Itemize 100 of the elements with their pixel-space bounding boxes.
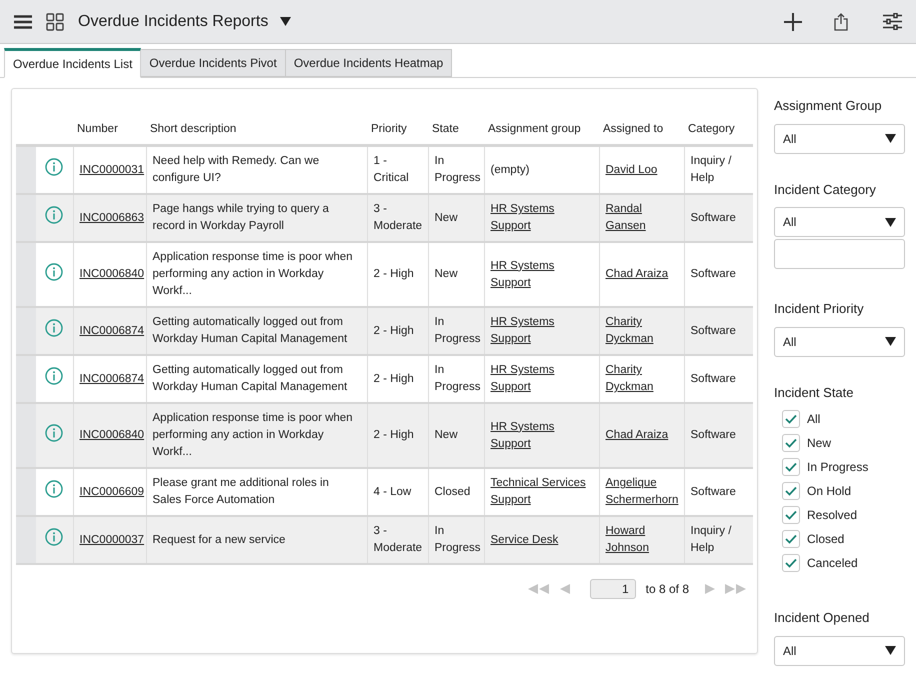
- table-cell: Closed: [434, 486, 470, 498]
- info-icon[interactable]: [45, 158, 64, 176]
- info-icon[interactable]: [45, 480, 64, 498]
- user-link[interactable]: Angelique Schermerhorn: [606, 475, 678, 510]
- caret-icon: [885, 337, 896, 346]
- table-cell: Application response time is poor when performing any action in Workday Workf...: [152, 412, 353, 458]
- info-icon[interactable]: [45, 206, 64, 224]
- group-link[interactable]: HR Systems Support: [490, 362, 592, 396]
- column-header[interactable]: Assigned to: [603, 123, 664, 135]
- table-cell: 3 - Moderate: [374, 203, 422, 232]
- column-header[interactable]: Number: [77, 123, 118, 135]
- column-header[interactable]: Assignment group: [488, 123, 581, 135]
- checkbox[interactable]: [782, 458, 800, 476]
- table-cell: Please grant me additional roles in Sales Force Automation: [152, 477, 329, 506]
- table-cell: Software: [690, 486, 736, 498]
- info-icon[interactable]: [45, 424, 64, 442]
- incident-link[interactable]: INC0006840: [80, 266, 144, 284]
- group-link[interactable]: HR Systems Support: [490, 201, 592, 236]
- next-page-icon[interactable]: [705, 584, 715, 594]
- user-link[interactable]: Howard Johnson: [606, 523, 678, 558]
- incident-link[interactable]: INC0006874: [80, 322, 144, 340]
- column-header[interactable]: Priority: [371, 123, 407, 135]
- checkbox-label: Resolved: [807, 507, 858, 524]
- grid-icon[interactable]: [46, 12, 64, 30]
- column-header[interactable]: Category: [688, 123, 735, 135]
- incident-link[interactable]: INC0006874: [80, 370, 144, 388]
- caret-icon: [280, 17, 292, 26]
- table-cell: In Progress: [434, 155, 481, 184]
- menu-icon[interactable]: [14, 14, 32, 28]
- group-link[interactable]: HR Systems Support: [490, 418, 592, 453]
- report-title[interactable]: Overdue Incidents Reports: [78, 10, 292, 34]
- filter-label: Incident Category: [774, 180, 877, 199]
- checkbox[interactable]: [782, 434, 800, 452]
- table-cell: Need help with Remedy. Can we configure UI?: [152, 155, 320, 184]
- checkbox[interactable]: [782, 410, 800, 428]
- table-cell: Page hangs while trying to query a record in Workday Payroll: [152, 203, 329, 232]
- sliders-icon[interactable]: [883, 13, 902, 30]
- tab[interactable]: Overdue Incidents List: [4, 48, 142, 78]
- table-cell: New: [434, 212, 458, 224]
- filter-label: Assignment Group: [774, 97, 883, 115]
- table-cell: Software: [690, 268, 736, 280]
- checkbox-label: Closed: [807, 531, 844, 548]
- user-link[interactable]: Charity Dyckman: [606, 362, 678, 396]
- checkbox-label: Canceled: [807, 555, 858, 572]
- dropdown[interactable]: All: [774, 326, 905, 356]
- tab[interactable]: Overdue Incidents Pivot: [141, 49, 286, 77]
- text-field[interactable]: [774, 239, 905, 269]
- table-cell: Software: [690, 429, 736, 442]
- user-link[interactable]: Chad Araiza: [606, 427, 668, 444]
- share-icon[interactable]: [834, 12, 848, 30]
- table-cell: Request for a new service: [152, 534, 286, 546]
- group-link[interactable]: Service Desk: [490, 532, 558, 549]
- incident-link[interactable]: INC0000037: [80, 532, 144, 549]
- info-icon[interactable]: [45, 262, 64, 281]
- page-range: to 8 of 8: [646, 581, 689, 598]
- page-field[interactable]: 1: [590, 579, 636, 600]
- previous-page-icon[interactable]: [560, 584, 570, 594]
- table-cell: 1 - Critical: [374, 155, 409, 184]
- plus-icon[interactable]: [784, 12, 802, 30]
- column-header[interactable]: Short description: [150, 123, 236, 135]
- info-icon[interactable]: [45, 319, 64, 338]
- dropdown[interactable]: All: [774, 207, 905, 237]
- checkbox[interactable]: [782, 482, 800, 500]
- table-cell: 3 - Moderate: [374, 525, 422, 554]
- checkbox-label: New: [807, 435, 832, 452]
- last-page-icon[interactable]: [725, 584, 747, 594]
- info-icon[interactable]: [45, 367, 64, 386]
- checkbox[interactable]: [782, 530, 800, 548]
- info-icon[interactable]: [45, 528, 64, 546]
- dropdown[interactable]: All: [774, 124, 905, 154]
- user-link[interactable]: Randal Gansen: [606, 201, 678, 236]
- user-link[interactable]: Chad Araiza: [606, 266, 668, 284]
- first-page-icon[interactable]: [528, 584, 550, 594]
- checkbox-label: In Progress: [807, 459, 868, 476]
- caret-icon: [885, 218, 896, 226]
- table-cell: In Progress: [434, 364, 481, 394]
- dropdown[interactable]: All: [774, 636, 905, 666]
- tab[interactable]: Overdue Incidents Heatmap: [286, 49, 452, 77]
- checkbox[interactable]: [782, 506, 800, 524]
- incident-link[interactable]: INC0006840: [80, 427, 144, 444]
- caret-icon: [885, 134, 896, 143]
- table-cell: 4 - Low: [374, 486, 412, 498]
- user-link[interactable]: Charity Dyckman: [606, 314, 678, 348]
- incident-link[interactable]: INC0000031: [80, 162, 144, 179]
- group-link[interactable]: Technical Services Support: [490, 475, 592, 510]
- checkbox-label: On Hold: [807, 483, 852, 500]
- filter-label: Incident Priority: [774, 300, 865, 318]
- column-header[interactable]: State: [432, 123, 459, 135]
- table-cell: 2 - High: [374, 268, 414, 280]
- row-gutter: [16, 146, 36, 194]
- incident-link[interactable]: INC0006609: [80, 484, 144, 501]
- caret-icon: [885, 646, 896, 655]
- incident-link[interactable]: INC0006863: [80, 210, 144, 227]
- checkbox-label: All: [807, 411, 820, 428]
- checkbox[interactable]: [782, 554, 800, 572]
- table-cell: 2 - High: [374, 372, 414, 385]
- table-cell: (empty): [490, 164, 530, 176]
- group-link[interactable]: HR Systems Support: [490, 314, 592, 348]
- user-link[interactable]: David Loo: [606, 162, 658, 179]
- group-link[interactable]: HR Systems Support: [490, 258, 592, 292]
